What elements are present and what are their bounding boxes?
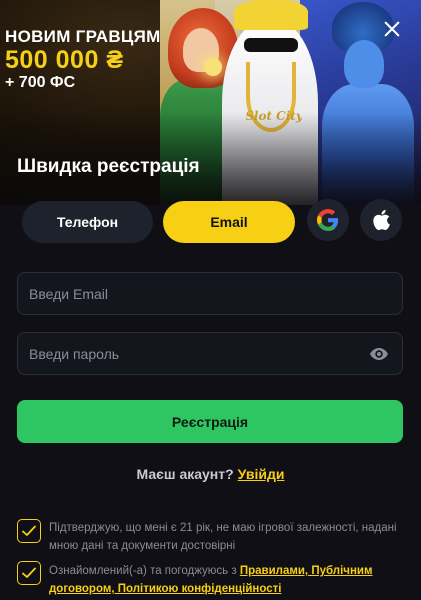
tab-email[interactable]: Email (163, 201, 295, 243)
promo-free-spins: + 700 ФС (5, 74, 76, 91)
eye-icon[interactable] (370, 347, 388, 361)
apple-login-button[interactable] (360, 199, 402, 241)
promo-headline: НОВИМ ГРАВЦЯМ (5, 27, 161, 46)
close-button[interactable] (380, 17, 404, 41)
promo-banner: Slot City НОВИМ ГРАВЦЯМ 500 000 ₴ + 700 … (0, 0, 421, 205)
terms-consent-checkbox[interactable] (17, 561, 41, 585)
age-consent-checkbox[interactable] (17, 519, 41, 543)
checkmark-icon (22, 525, 36, 536)
password-input[interactable] (18, 333, 402, 374)
password-field[interactable] (17, 332, 403, 375)
register-button[interactable]: Реєстрація (17, 400, 403, 443)
google-login-button[interactable] (307, 199, 349, 241)
terms-consent-text: Ознайомлений(-а) та погоджуюсь з Правила… (49, 562, 409, 598)
email-input[interactable] (18, 273, 402, 314)
login-link[interactable]: Увійди (238, 466, 285, 482)
login-prompt-line: Маєш акаунт? Увійди (0, 466, 421, 482)
page-title: Швидка реєстрація (17, 156, 200, 177)
promo-amount: 500 000 ₴ (5, 46, 124, 74)
apple-icon (373, 209, 390, 231)
terms-consent-prefix: Ознайомлений(-а) та погоджуюсь з (49, 565, 240, 577)
login-prompt: Маєш акаунт? (136, 466, 234, 482)
email-field[interactable] (17, 272, 403, 315)
tab-phone[interactable]: Телефон (22, 201, 153, 243)
google-icon (317, 209, 339, 231)
checkmark-icon (22, 567, 36, 578)
age-consent-text: Підтверджую, що мені є 21 рік, не маю іг… (49, 522, 397, 552)
